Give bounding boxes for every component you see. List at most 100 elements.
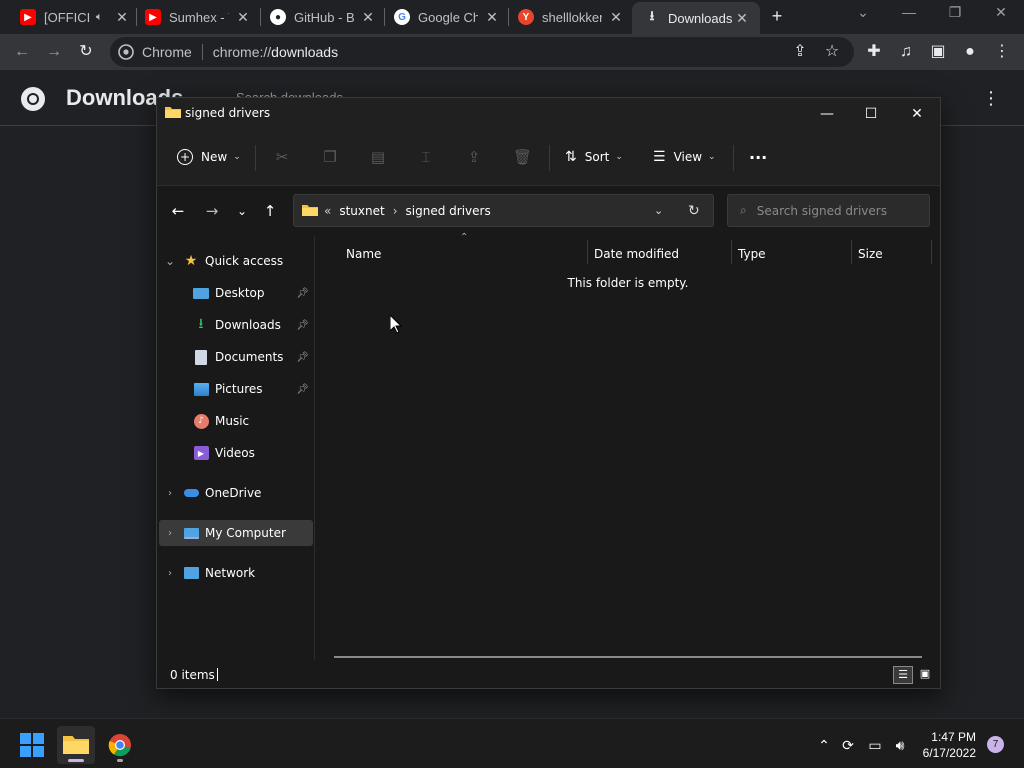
- chevron-down-icon[interactable]: ⌄: [163, 254, 177, 268]
- tab-sumhex[interactable]: ▶ Sumhex - YouTube ✕: [145, 4, 251, 30]
- side-panel-icon[interactable]: ▣: [928, 42, 948, 62]
- breadcrumb-stuxnet[interactable]: stuxnet: [339, 204, 384, 218]
- close-tab-icon[interactable]: ✕: [360, 9, 376, 26]
- close-tab-icon[interactable]: ✕: [484, 9, 500, 26]
- back-icon[interactable]: ←: [12, 42, 32, 62]
- close-tab-icon[interactable]: ✕: [235, 9, 251, 26]
- address-row: ← → ⌄ ↑ « stuxnet › signed drivers ⌄ ↻ ⌕…: [157, 186, 940, 236]
- youtube-icon: ▶: [145, 9, 161, 25]
- pictures-icon: [193, 381, 209, 397]
- tab-shelllokker[interactable]: Y shelllokker ✕: [518, 4, 624, 30]
- column-header-date-modified[interactable]: Date modified: [594, 242, 679, 266]
- paste-icon[interactable]: ▤: [369, 148, 387, 166]
- nav-my-computer[interactable]: › My Computer: [159, 520, 313, 546]
- share-icon[interactable]: ⇪: [790, 42, 810, 62]
- share-icon[interactable]: ⇪: [465, 148, 483, 166]
- media-icon[interactable]: ♫: [896, 42, 916, 62]
- nav-network[interactable]: › Network: [159, 560, 313, 586]
- forward-icon[interactable]: →: [44, 42, 64, 62]
- recent-locations-icon[interactable]: ⌄: [233, 202, 251, 220]
- tab-title: [OFFICIAL VIDEO]: [44, 9, 90, 25]
- bookmark-star-icon[interactable]: ☆: [822, 42, 842, 62]
- volume-icon[interactable]: 🔊︎: [891, 736, 909, 754]
- new-tab-button[interactable]: +: [762, 6, 792, 27]
- profile-icon[interactable]: ●: [960, 42, 980, 62]
- notification-badge[interactable]: 7: [987, 736, 1004, 753]
- close-window-icon[interactable]: ✕: [986, 4, 1016, 21]
- delete-icon[interactable]: 🗑︎: [513, 148, 532, 166]
- nav-desktop[interactable]: Desktop 📌︎: [159, 280, 313, 306]
- cut-icon[interactable]: ✂: [273, 148, 291, 166]
- pin-icon: 📌︎: [296, 287, 309, 299]
- back-icon[interactable]: ←: [169, 202, 187, 220]
- cmd-divider: [255, 145, 256, 171]
- rename-icon[interactable]: ⌶: [417, 148, 435, 166]
- tab-downloads[interactable]: ⭳ Downloads ✕: [632, 2, 760, 34]
- refresh-icon[interactable]: ↻: [688, 203, 700, 219]
- chrome-icon: [118, 44, 134, 60]
- network-monitor-icon[interactable]: ▭: [866, 736, 884, 754]
- restore-icon[interactable]: ❐: [940, 4, 970, 21]
- close-icon[interactable]: ✕: [895, 102, 939, 126]
- tab-google[interactable]: G Google Chrome ✕: [394, 4, 500, 30]
- nav-downloads[interactable]: ⭳ Downloads 📌︎: [159, 312, 313, 338]
- new-button[interactable]: + New ⌄: [177, 142, 241, 172]
- nav-documents[interactable]: Documents 📌︎: [159, 344, 313, 370]
- sort-button[interactable]: ⇅ Sort ⌄: [565, 142, 623, 172]
- site-chip[interactable]: Chrome: [118, 44, 192, 60]
- copy-icon[interactable]: ❐: [321, 148, 339, 166]
- chrome-taskbar-button[interactable]: [101, 726, 139, 764]
- nav-quick-access[interactable]: ⌄ ★ Quick access: [159, 248, 313, 274]
- view-button[interactable]: ☰ View ⌄: [653, 142, 716, 172]
- chevron-right-icon[interactable]: ›: [163, 488, 177, 499]
- tab-search-icon[interactable]: ⌄: [848, 4, 878, 21]
- address-bar[interactable]: « stuxnet › signed drivers ⌄ ↻: [293, 194, 714, 227]
- extensions-icon[interactable]: ✚: [864, 42, 884, 62]
- nav-videos[interactable]: ▶ Videos: [159, 440, 313, 466]
- tab-separator: [384, 8, 385, 26]
- youtube-icon: ▶: [20, 9, 36, 25]
- chevron-right-icon[interactable]: ›: [163, 528, 177, 539]
- nav-label: Pictures: [215, 382, 263, 396]
- menu-icon[interactable]: ⋮: [992, 42, 1012, 62]
- downloads-menu-icon[interactable]: ⋮: [982, 88, 1000, 109]
- minimize-icon[interactable]: —: [805, 102, 849, 126]
- address-dropdown-icon[interactable]: ⌄: [654, 204, 663, 217]
- tab-official-video[interactable]: ▶ [OFFICIAL VIDEO] 🔈︎ ✕: [20, 4, 130, 30]
- maximize-icon[interactable]: ☐: [849, 102, 893, 126]
- start-button[interactable]: [13, 726, 51, 764]
- column-header-name[interactable]: Name: [346, 242, 381, 266]
- tiles-view-icon[interactable]: ▣: [915, 666, 935, 684]
- nav-pictures[interactable]: Pictures 📌︎: [159, 376, 313, 402]
- explorer-titlebar[interactable]: signed drivers — ☐ ✕: [157, 98, 940, 128]
- search-input[interactable]: ⌕ Search signed drivers: [727, 194, 930, 227]
- breadcrumb-signed-drivers[interactable]: signed drivers: [406, 204, 491, 218]
- close-tab-icon[interactable]: ✕: [734, 10, 750, 27]
- column-header-type[interactable]: Type: [738, 242, 766, 266]
- nav-onedrive[interactable]: › OneDrive: [159, 480, 313, 506]
- file-explorer-taskbar-button[interactable]: [57, 726, 95, 764]
- reload-icon[interactable]: ↻: [76, 42, 96, 62]
- close-tab-icon[interactable]: ✕: [608, 9, 624, 26]
- folder-icon: [302, 205, 318, 216]
- up-icon[interactable]: ↑: [261, 202, 279, 220]
- column-header-size[interactable]: Size: [858, 242, 883, 266]
- chevron-right-icon[interactable]: ›: [163, 568, 177, 579]
- file-explorer-window: signed drivers — ☐ ✕ + New ⌄ ✂ ❐ ▤ ⌶ ⇪ 🗑…: [156, 97, 941, 689]
- date: 6/17/2022: [922, 746, 976, 760]
- windows-logo-icon: [20, 733, 44, 757]
- tab-github[interactable]: ● GitHub - BlackSnufkin ✕: [270, 4, 376, 30]
- search-placeholder: Search signed drivers: [756, 203, 887, 218]
- clock[interactable]: 1:47 PM 6/17/2022: [918, 729, 976, 761]
- breadcrumb-overflow[interactable]: «: [324, 204, 331, 218]
- forward-icon[interactable]: →: [203, 202, 221, 220]
- omnibox[interactable]: Chrome chrome://downloads ⇪ ☆: [110, 37, 854, 67]
- horizontal-scrollbar[interactable]: [334, 656, 922, 658]
- update-icon[interactable]: ⟳: [839, 736, 857, 754]
- minimize-icon[interactable]: —: [894, 4, 924, 20]
- close-tab-icon[interactable]: ✕: [114, 9, 130, 26]
- details-view-icon[interactable]: ☰: [893, 666, 913, 684]
- nav-music[interactable]: ♪ Music: [159, 408, 313, 434]
- show-hidden-icons-chevron-icon[interactable]: ⌃: [815, 736, 833, 754]
- more-options-button[interactable]: ···: [749, 142, 767, 172]
